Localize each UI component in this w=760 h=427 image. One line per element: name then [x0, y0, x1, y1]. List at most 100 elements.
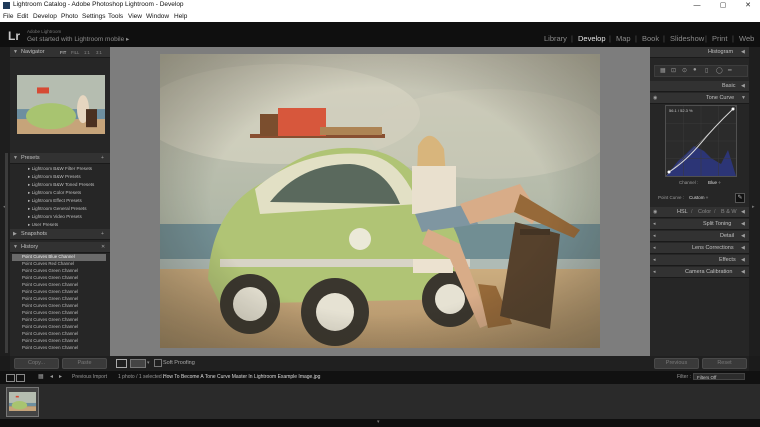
menu-edit[interactable]: Edit — [17, 13, 28, 20]
menu-settings[interactable]: Settings — [82, 13, 106, 20]
scrollbar[interactable] — [5, 153, 8, 353]
history-item[interactable]: Point Curves Blue Channel — [12, 254, 106, 261]
channel-select[interactable]: Blue ÷ — [708, 180, 721, 185]
menu-develop[interactable]: Develop — [33, 13, 57, 20]
menu-photo[interactable]: Photo — [61, 13, 78, 20]
zoom-fit[interactable]: FIT — [60, 50, 66, 55]
history-item[interactable]: Point Curves Green Channel — [12, 324, 106, 331]
add-preset-icon[interactable]: + — [101, 155, 104, 161]
module-map[interactable]: Map — [616, 34, 631, 43]
zoom-1-1[interactable]: 1:1 — [84, 50, 90, 55]
module-web[interactable]: Web — [739, 34, 754, 43]
presets-header[interactable]: ▼ Presets + — [10, 153, 110, 164]
navigator-header[interactable]: ▼ Navigator FIT FILL 1:1 3:1 — [10, 47, 110, 58]
history-item[interactable]: Point Curves Green Channel — [12, 345, 106, 352]
target-adjust-icon[interactable]: ◉ — [653, 95, 657, 101]
zoom-3-1[interactable]: 3:1 — [96, 50, 102, 55]
right-panel-edge[interactable]: ▸ — [749, 47, 760, 356]
module-develop[interactable]: Develop — [578, 34, 606, 43]
module-book[interactable]: Book — [642, 34, 659, 43]
history-item[interactable]: Point Curves Green Channel — [12, 289, 106, 296]
adjustment-brush-icon[interactable]: ━ — [728, 67, 732, 74]
history-item[interactable]: Point Curves Red Channel — [12, 261, 106, 268]
grid-view-icon[interactable]: ▦ — [38, 373, 44, 380]
panel-switch-icon[interactable]: ◂ — [653, 221, 656, 227]
spot-removal-icon[interactable]: ⊙ — [682, 67, 687, 74]
menu-window[interactable]: Window — [146, 13, 169, 20]
close-button[interactable]: ✕ — [739, 0, 757, 11]
target-adjust-icon[interactable]: ◉ — [653, 209, 657, 215]
history-item[interactable]: Point Curves Green Channel — [12, 268, 106, 275]
maximize-button[interactable]: ▢ — [714, 0, 732, 11]
preset-folder[interactable]: ▸ Lightroom B&W Toned Presets — [28, 182, 94, 188]
basic-header[interactable]: Basic ◀ — [650, 81, 749, 92]
clear-history-icon[interactable]: ✕ — [101, 244, 105, 250]
history-item[interactable]: Point Curves Green Channel — [12, 317, 106, 324]
main-photo[interactable] — [160, 54, 600, 348]
hsl-tab[interactable]: HSL — [677, 209, 688, 215]
main-window-icon[interactable] — [6, 374, 15, 382]
preset-folder[interactable]: ▸ Lightroom B&W Presets — [28, 174, 81, 180]
lens-corrections-header[interactable]: ◂ Lens Corrections ◀ — [650, 243, 749, 254]
history-item[interactable]: Point Curves Green Channel — [12, 310, 106, 317]
collapse-right-arrow-icon[interactable]: ▸ — [752, 204, 755, 210]
panel-switch-icon[interactable]: ◂ — [653, 269, 656, 275]
history-item[interactable]: Point Curves Green Channel — [12, 303, 106, 310]
source-previous-import[interactable]: Previous Import — [72, 374, 107, 380]
graduated-filter-icon[interactable]: ▯ — [705, 67, 708, 74]
collapse-bottom-arrow-icon[interactable]: ▾ — [377, 419, 380, 425]
history-item[interactable]: Point Curves Green Channel — [12, 275, 106, 282]
tone-curve-graph[interactable]: 56.1 / 52.3 % — [665, 105, 737, 177]
effects-header[interactable]: ◂ Effects ◀ — [650, 255, 749, 266]
module-print[interactable]: Print — [712, 34, 727, 43]
bottom-edge[interactable]: ▾ — [0, 419, 760, 427]
preset-folder[interactable]: ▸ User Presets — [28, 222, 58, 228]
preset-folder[interactable]: ▸ Lightroom General Presets — [28, 206, 87, 212]
previous-button[interactable]: Previous — [654, 358, 699, 369]
camera-calibration-header[interactable]: ◂ Camera Calibration ◀ — [650, 267, 749, 278]
grid-tool-icon[interactable]: ▦ — [660, 67, 666, 74]
histogram-header[interactable]: Histogram ◀ — [650, 47, 749, 58]
filmstrip-thumbnail[interactable] — [6, 387, 39, 417]
hsl-header[interactable]: ◉ HSL / Color / B & W ◀ — [650, 207, 749, 218]
second-window-icon[interactable] — [16, 374, 25, 382]
point-curve-select[interactable]: Custom ÷ — [689, 195, 708, 200]
menu-help[interactable]: Help — [174, 13, 187, 20]
paste-button[interactable]: Paste — [62, 358, 107, 369]
panel-switch-icon[interactable]: ◂ — [653, 233, 656, 239]
module-library[interactable]: Library — [544, 34, 567, 43]
identity-plate-mobile[interactable]: Get started with Lightroom mobile ▸ — [27, 35, 129, 43]
navigator-preview[interactable] — [17, 75, 105, 134]
dropdown-arrow-icon[interactable]: ▾ — [147, 360, 150, 366]
menu-view[interactable]: View — [128, 13, 142, 20]
before-after-view-icon[interactable] — [130, 359, 146, 368]
zoom-fill[interactable]: FILL — [71, 50, 79, 55]
snapshots-header[interactable]: ▶ Snapshots + — [10, 229, 110, 240]
soft-proofing-checkbox[interactable] — [154, 359, 162, 367]
tone-curve-header[interactable]: ◉ Tone Curve ▼ — [650, 93, 749, 104]
minimize-button[interactable]: — — [688, 0, 706, 11]
add-snapshot-icon[interactable]: + — [101, 231, 104, 237]
red-eye-icon[interactable]: ● — [693, 67, 697, 73]
history-header[interactable]: ▼ History ✕ — [10, 242, 110, 253]
loupe-view-icon[interactable] — [116, 359, 127, 368]
forward-arrow-icon[interactable]: ▸ — [59, 373, 62, 380]
module-slideshow[interactable]: Slideshow — [670, 34, 704, 43]
back-arrow-icon[interactable]: ◂ — [50, 373, 53, 380]
preset-folder[interactable]: ▸ Lightroom B&W Filter Presets — [28, 166, 92, 172]
history-item[interactable]: Point Curves Green Channel — [12, 331, 106, 338]
crop-tool-icon[interactable]: ⊡ — [671, 67, 676, 74]
split-toning-header[interactable]: ◂ Split Toning ◀ — [650, 219, 749, 230]
menu-file[interactable]: File — [3, 13, 13, 20]
filter-select[interactable]: Filters Off — [693, 373, 745, 380]
tone-curve-chart[interactable] — [665, 105, 737, 177]
panel-switch-icon[interactable]: ◂ — [653, 245, 656, 251]
edit-point-curve-icon[interactable]: ✎ — [735, 193, 745, 203]
preset-folder[interactable]: ▸ Lightroom Video Presets — [28, 214, 82, 220]
history-item[interactable]: Point Curves Green Channel — [12, 282, 106, 289]
preset-folder[interactable]: ▸ Lightroom Effect Presets — [28, 198, 82, 204]
panel-switch-icon[interactable]: ◂ — [653, 257, 656, 263]
color-tab[interactable]: Color — [698, 209, 711, 215]
history-item[interactable]: Point Curves Green Channel — [12, 338, 106, 345]
history-item[interactable]: Point Curves Green Channel — [12, 296, 106, 303]
